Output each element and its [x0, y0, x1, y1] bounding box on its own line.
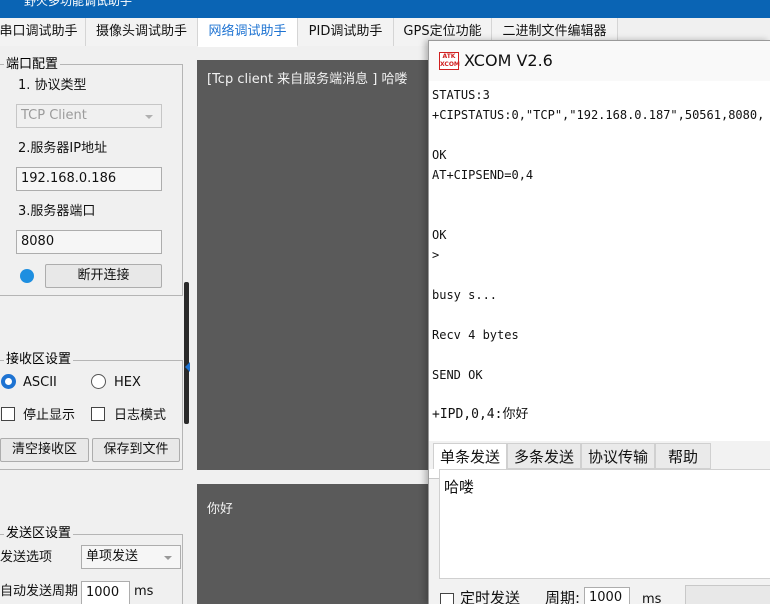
collapse-arrow-icon[interactable] [185, 362, 190, 372]
atk-logo-icon: ATK XCOM [439, 52, 460, 70]
tab-serial[interactable]: 串口调试助手 [0, 18, 86, 46]
xcom-title-bar: ATK XCOM XCOM V2.6 [429, 41, 770, 81]
port-config-title: 端口配置 [4, 57, 61, 72]
tab-multi-send[interactable]: 多条发送 [507, 443, 581, 469]
disconnect-button[interactable]: 断开连接 [45, 264, 162, 288]
save-to-file-button[interactable]: 保存到文件 [92, 438, 180, 462]
tab-camera[interactable]: 摄像头调试助手 [86, 18, 198, 46]
server-ip-field[interactable]: 192.168.0.186 [16, 167, 162, 191]
tab-network[interactable]: 网络调试助手 [198, 18, 298, 47]
timed-send-label: 定时发送 [460, 589, 521, 604]
send-button[interactable] [685, 585, 770, 604]
recv-line: +CIPSTATUS:0,"TCP","192.168.0.187",50561… [432, 108, 765, 122]
log-mode-checkbox[interactable] [91, 407, 105, 421]
stop-display-checkbox[interactable] [1, 407, 15, 421]
timed-send-checkbox[interactable] [440, 593, 454, 604]
stop-display-label: 停止显示 [23, 408, 76, 423]
recv-message: [Tcp client 来自服务端消息 ] 哈喽 [207, 72, 408, 87]
recv-line: busy s... [432, 288, 498, 302]
panel-splitter[interactable] [184, 282, 189, 424]
hex-radio[interactable] [91, 374, 106, 389]
protocol-label: 1. 协议类型 [18, 78, 87, 93]
xcom-title: XCOM V2.6 [464, 51, 553, 70]
app-title: 野火多功能调试助手 [24, 0, 133, 8]
period-unit: ms [642, 592, 662, 604]
ascii-radio[interactable] [1, 374, 16, 389]
logo-text-top: ATK [442, 53, 456, 60]
auto-period-field[interactable]: 1000 [81, 581, 130, 604]
recv-line: > [432, 248, 440, 262]
send-settings-title: 发送区设置 [4, 526, 74, 541]
clear-recv-button[interactable]: 清空接收区 [0, 438, 89, 462]
logo-text-bottom: XCOM [440, 61, 460, 68]
tab-help[interactable]: 帮助 [655, 443, 711, 469]
recv-settings-title: 接收区设置 [4, 352, 74, 367]
xcom-send-input[interactable]: 哈喽 [439, 469, 770, 579]
connection-status-icon [20, 269, 34, 283]
period-field[interactable]: 1000 [584, 587, 630, 604]
send-option-select[interactable]: 单项发送 [81, 545, 181, 569]
ascii-label: ASCII [23, 375, 57, 390]
tab-pid[interactable]: PID调试助手 [298, 18, 394, 46]
server-ip-label: 2.服务器IP地址 [18, 141, 108, 156]
recv-line: OK [432, 148, 447, 162]
recv-line: STATUS:3 [432, 88, 490, 102]
server-port-label: 3.服务器端口 [18, 204, 96, 219]
server-port-field[interactable]: 8080 [16, 230, 162, 254]
recv-line: Recv 4 bytes [432, 328, 519, 342]
app-title-bar: 野火多功能调试助手 [0, 0, 770, 18]
log-mode-label: 日志模式 [114, 408, 167, 423]
hex-label: HEX [114, 375, 141, 390]
recv-line: AT+CIPSEND=0,4 [432, 168, 534, 182]
recv-line: OK [432, 228, 447, 242]
tab-protocol[interactable]: 协议传输 [581, 443, 655, 469]
chevron-down-icon [164, 556, 172, 560]
send-message: 你好 [207, 502, 234, 517]
recv-display-area[interactable]: [Tcp client 来自服务端消息 ] 哈喽 [197, 60, 437, 470]
xcom-tab-bar: 单条发送 多条发送 协议传输 帮助 [429, 441, 770, 469]
chevron-down-icon [145, 115, 153, 119]
period-label: 周期: [545, 589, 581, 604]
auto-period-unit: ms [134, 584, 154, 599]
send-option-value: 单项发送 [86, 549, 139, 564]
protocol-select[interactable]: TCP Client [16, 104, 162, 128]
recv-line: SEND OK [432, 368, 483, 382]
send-option-label: 发送选项 [0, 550, 53, 565]
xcom-recv-area[interactable]: STATUS:3 +CIPSTATUS:0,"TCP","192.168.0.1… [429, 81, 770, 479]
recv-line: +IPD,0,4:你好 [432, 407, 529, 422]
xcom-send-text: 哈喽 [444, 478, 475, 496]
auto-period-label: 自动发送周期 [0, 584, 79, 599]
xcom-window: ATK XCOM XCOM V2.6 STATUS:3 +CIPSTATUS:0… [428, 40, 770, 604]
protocol-value: TCP Client [21, 108, 87, 123]
tab-single-send[interactable]: 单条发送 [433, 443, 507, 469]
xcom-bottom-bar: 定时发送 周期: 1000 ms [429, 585, 770, 604]
send-input-area[interactable]: 你好 [197, 484, 437, 604]
